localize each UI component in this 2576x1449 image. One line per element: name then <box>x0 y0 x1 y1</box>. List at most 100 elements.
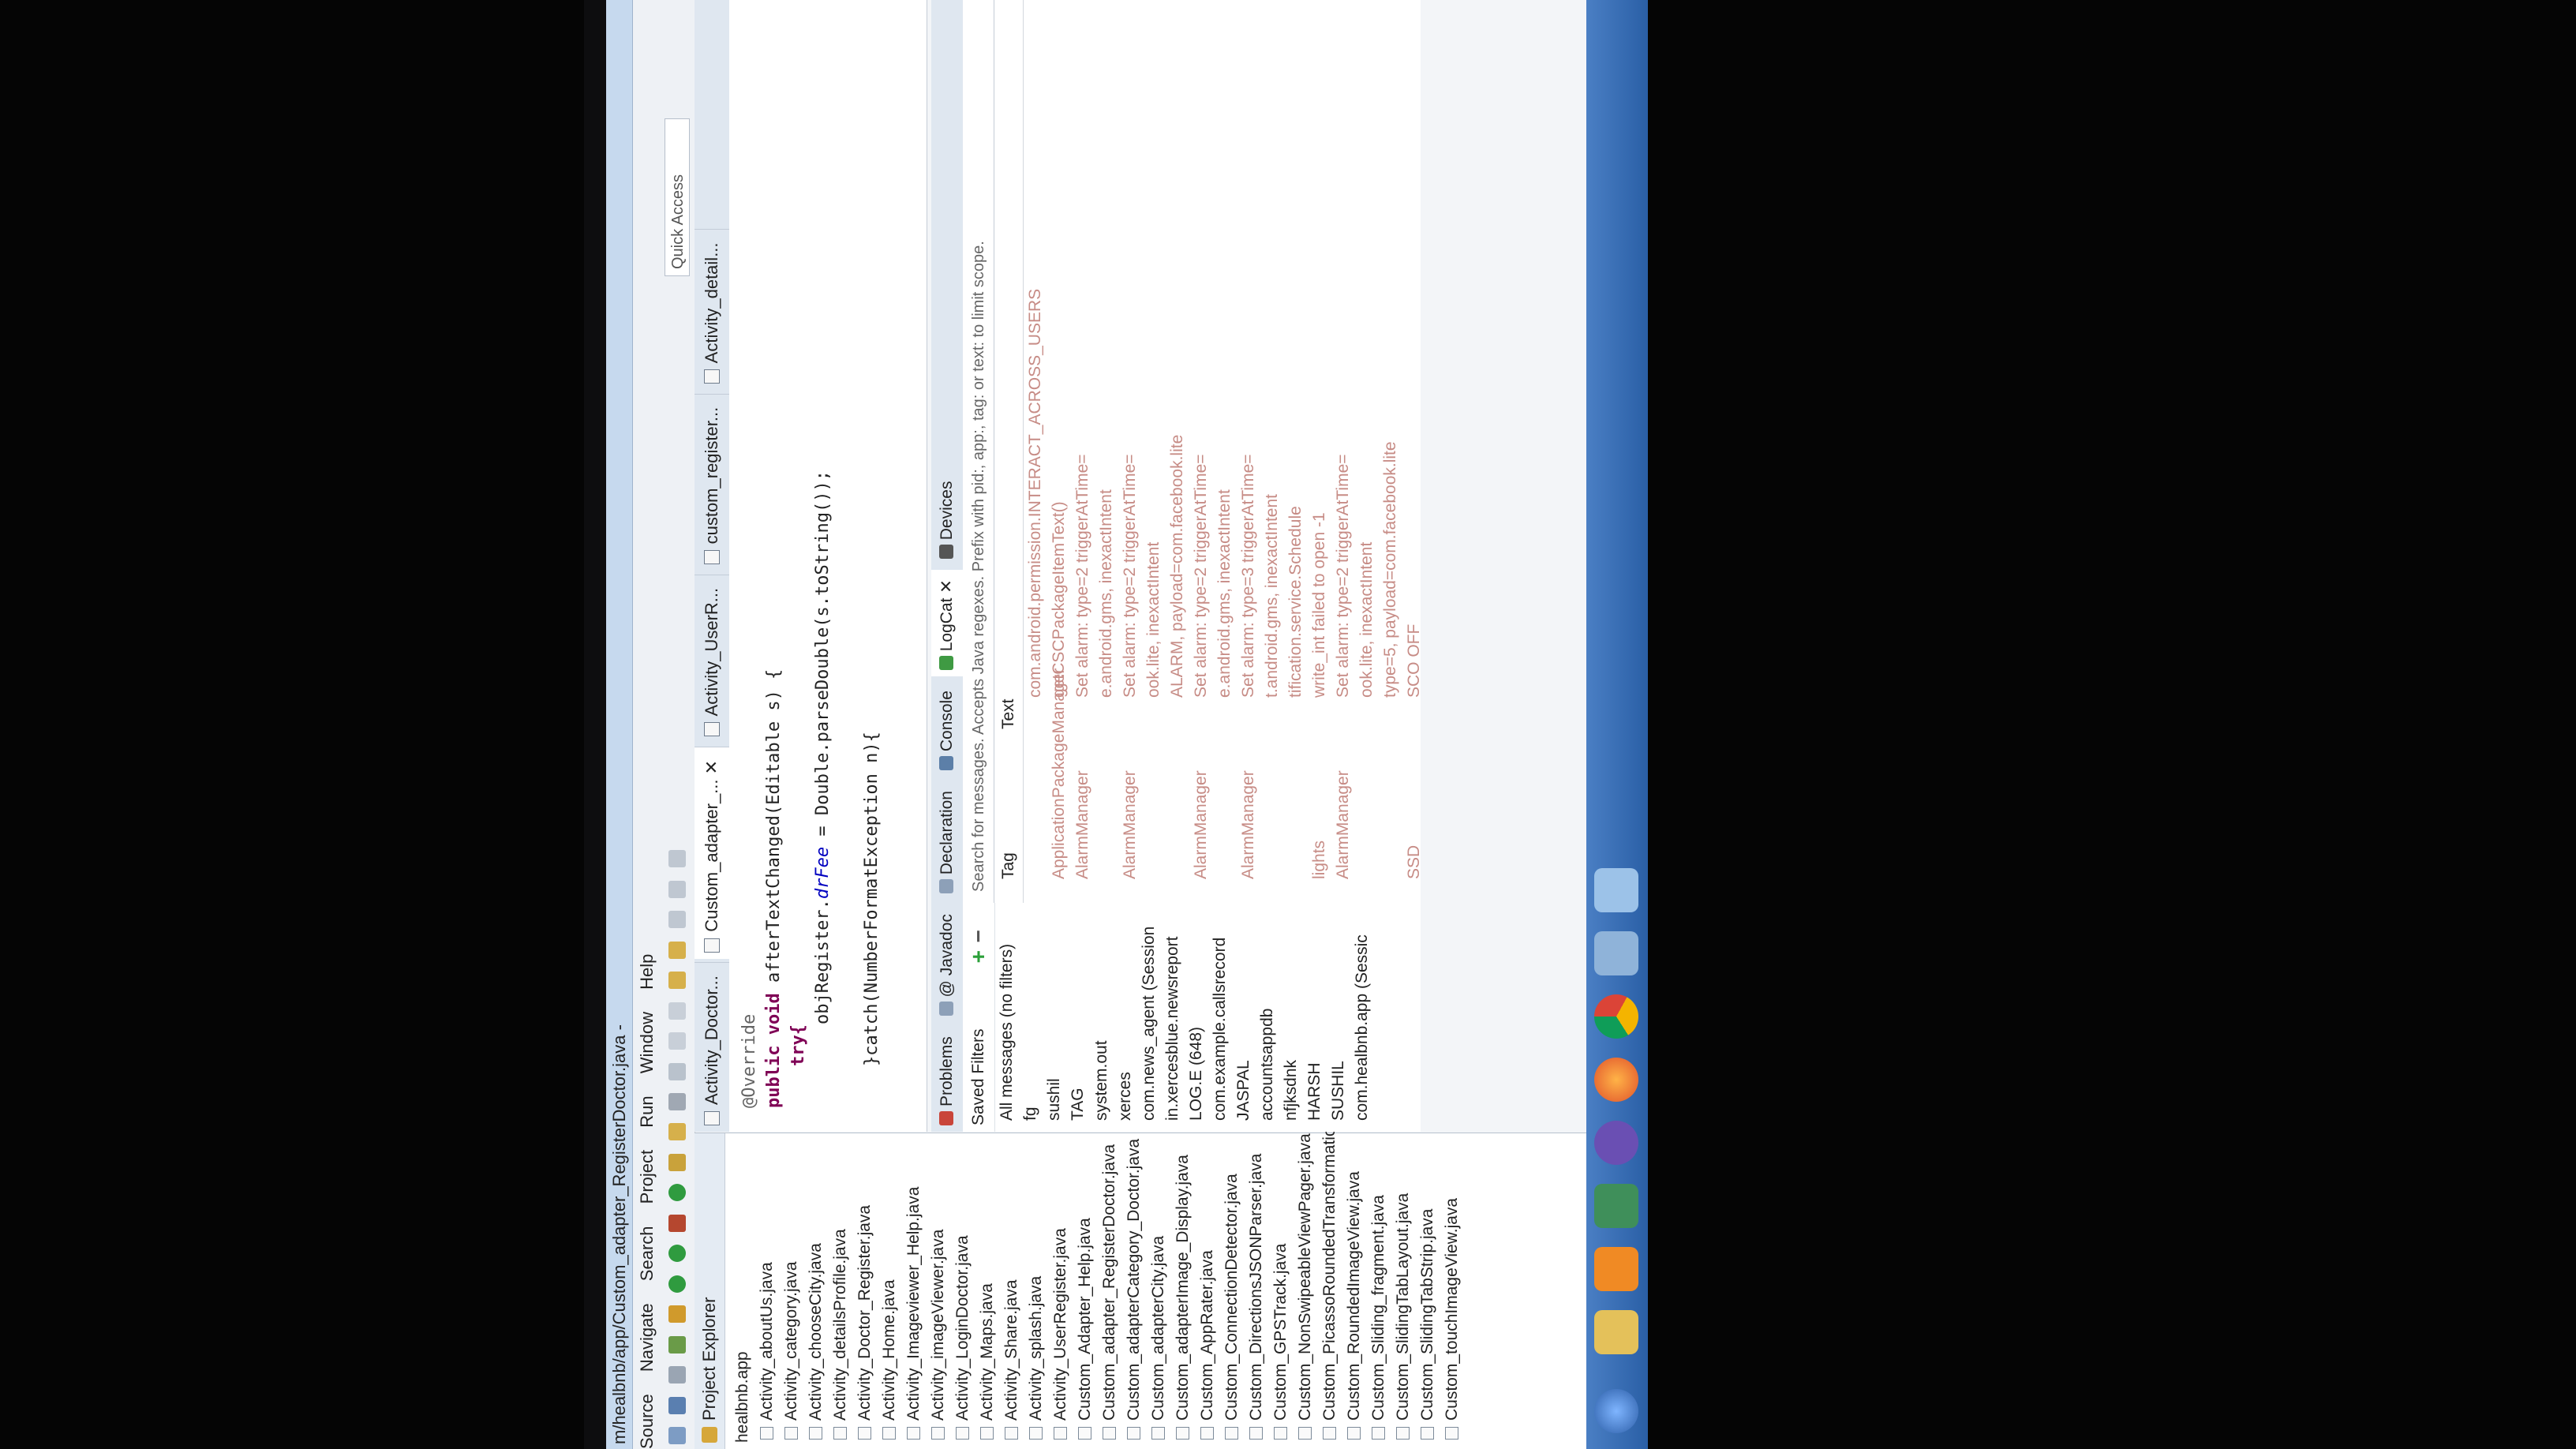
log-row[interactable]: AlarmManager Set alarm: type=2 triggerAtT… <box>1071 0 1095 903</box>
filter-item[interactable]: xerces <box>1114 903 1137 1132</box>
tree-file[interactable]: Custom_AppRater.java <box>1195 1133 1219 1449</box>
filter-item[interactable]: JASPAL <box>1232 903 1256 1132</box>
filter-item[interactable]: nfjksdnk <box>1279 903 1303 1132</box>
start-icon[interactable] <box>1594 1389 1638 1433</box>
menu-navigate[interactable]: Navigate <box>633 1303 661 1372</box>
tree-file[interactable]: Activity_Maps.java <box>975 1133 999 1449</box>
tree-file[interactable]: Custom_DirectionsJSONParser.java <box>1244 1133 1268 1449</box>
logcat-search-input[interactable]: Search for messages. Accepts Java regexe… <box>963 0 994 903</box>
tree-file[interactable]: Activity_Doctor_Register.java <box>852 1133 877 1449</box>
tree-file[interactable]: Activity_Home.java <box>877 1133 901 1449</box>
tree-file[interactable]: Custom_SlidingTabLayout.java <box>1391 1133 1415 1449</box>
filter-item[interactable]: accountsappdb <box>1256 903 1279 1132</box>
filter-item[interactable]: com.healbnb.app (Sessic <box>1350 903 1374 1132</box>
tab-activity-detail[interactable]: Activity_detail... <box>695 229 729 391</box>
filter-item[interactable]: SUSHIL <box>1327 903 1350 1132</box>
filter-item[interactable]: All messages (no filters) <box>995 903 1019 1132</box>
filter-item[interactable]: in.xercesblue.newsreport <box>1161 903 1185 1132</box>
tab-activity-doctor[interactable]: Activity_Doctor... <box>695 962 729 1132</box>
tree-file[interactable]: Custom_Adapter_Help.java <box>1073 1133 1097 1449</box>
log-row[interactable]: ApplicationPackageManager getCSCPackageIt… <box>1047 0 1071 903</box>
close-icon[interactable]: ✕ <box>938 579 956 593</box>
log-row[interactable]: com.android.permission.INTERACT_ACROSS_U… <box>1024 0 1047 903</box>
filter-item[interactable]: HARSH <box>1303 903 1327 1132</box>
tab-console[interactable]: Console <box>931 681 963 777</box>
tree-file[interactable]: Activity_Share.java <box>999 1133 1024 1449</box>
tree-package[interactable]: healbnb.app <box>730 1133 754 1449</box>
toggle-icon[interactable] <box>668 1032 686 1050</box>
menu-project[interactable]: Project <box>633 1150 661 1204</box>
close-icon[interactable]: ✕ <box>702 760 721 774</box>
menu-source[interactable]: Source <box>633 1394 661 1449</box>
menu-search[interactable]: Search <box>633 1226 661 1281</box>
window-icon[interactable] <box>1594 931 1638 975</box>
log-row[interactable]: e.android.gms, inexactIntent <box>1213 0 1237 903</box>
filter-item[interactable]: com.example.callsrecord <box>1208 903 1232 1132</box>
tree-file[interactable]: Activity_splash.java <box>1024 1133 1048 1449</box>
menu-window[interactable]: Window <box>633 1012 661 1073</box>
media-player-icon[interactable] <box>1594 1247 1638 1291</box>
save-icon[interactable] <box>668 1396 686 1414</box>
filter-item[interactable]: sushil <box>1043 903 1066 1132</box>
tree-file[interactable]: Activity_imageViewer.java <box>926 1133 950 1449</box>
folder-icon[interactable] <box>1594 1310 1638 1354</box>
menu-run[interactable]: Run <box>633 1095 661 1127</box>
pin-icon[interactable] <box>668 850 686 868</box>
log-row[interactable]: AlarmManager Set alarm: type=2 triggerAtT… <box>1331 0 1355 903</box>
log-row[interactable]: tification.service.Schedule <box>1284 0 1308 903</box>
filter-item[interactable]: system.out <box>1090 903 1114 1132</box>
run-icon[interactable] <box>668 1275 686 1293</box>
next-annotation-icon[interactable] <box>668 972 686 990</box>
tab-logcat[interactable]: LogCat ✕ <box>931 570 963 677</box>
log-row[interactable]: AlarmManager Set alarm: type=2 triggerAtT… <box>1189 0 1213 903</box>
log-row[interactable]: e.android.gms, inexactIntent <box>1095 0 1118 903</box>
log-row[interactable]: AlarmManager Set alarm: type=3 triggerAtT… <box>1237 0 1260 903</box>
open-type-icon[interactable] <box>668 1123 686 1141</box>
filter-item[interactable]: TAG <box>1066 903 1090 1132</box>
package-icon[interactable] <box>668 1153 686 1171</box>
filter-item[interactable]: fg <box>1019 903 1043 1132</box>
filter-item[interactable]: LOG.E (648) <box>1185 903 1208 1132</box>
tree-file[interactable]: Custom_RoundedImageView.java <box>1342 1133 1366 1449</box>
chrome-icon[interactable] <box>1594 994 1638 1039</box>
filter-item[interactable]: com.news_agent (Session <box>1137 903 1161 1132</box>
tree-file[interactable]: Custom_adapter_RegisterDoctor.java <box>1097 1133 1121 1449</box>
log-row[interactable]: ook.lite, inexactIntent <box>1355 0 1379 903</box>
tab-declaration[interactable]: Declaration <box>931 781 963 900</box>
settings-icon[interactable] <box>668 1305 686 1324</box>
log-row[interactable]: ALARM, payload=com.facebook.lite <box>1166 0 1189 903</box>
annotation-icon[interactable] <box>668 1062 686 1080</box>
tree-file[interactable]: Custom_GPSTrack.java <box>1268 1133 1293 1449</box>
tab-activity-userregister[interactable]: Activity_UserR... <box>695 574 729 743</box>
tab-custom-adapter[interactable]: Custom_adapter_... ✕ <box>695 746 729 959</box>
tree-file[interactable]: Custom_Sliding_fragment.java <box>1366 1133 1391 1449</box>
back-icon[interactable] <box>668 911 686 929</box>
tree-file[interactable]: Custom_ConnectionDetector.java <box>1219 1133 1244 1449</box>
tree-file[interactable]: Custom_adapterImage_Display.java <box>1170 1133 1195 1449</box>
search-icon[interactable] <box>668 1093 686 1111</box>
column-text[interactable]: Text <box>994 698 1023 729</box>
tab-project-explorer[interactable]: Project Explorer <box>695 1133 725 1449</box>
tab-devices[interactable]: Devices <box>931 472 963 566</box>
column-tag[interactable]: Tag <box>994 852 1023 879</box>
tree-file[interactable]: Custom_adapterCity.java <box>1146 1133 1170 1449</box>
tree-file[interactable]: Custom_NonSwipeableViewPager.java <box>1293 1133 1317 1449</box>
external-tools-icon[interactable] <box>668 1214 686 1232</box>
log-row[interactable]: type=5, payload=com.facebook.lite <box>1379 0 1402 903</box>
tab-custom-register[interactable]: custom_register... <box>695 393 729 571</box>
firefox-icon[interactable] <box>1594 1058 1638 1102</box>
previous-annotation-icon[interactable] <box>668 941 686 959</box>
quick-access-input[interactable]: Quick Access <box>665 118 690 276</box>
tree-file[interactable]: Activity_Imageviewer_Help.java <box>901 1133 926 1449</box>
print-icon[interactable] <box>668 1366 686 1384</box>
tree-file[interactable]: Custom_PicassoRoundedTransformation <box>1317 1118 1342 1449</box>
tree-file[interactable]: Activity_aboutUs.java <box>754 1133 779 1449</box>
refresh-icon[interactable] <box>668 1184 686 1202</box>
forward-icon[interactable] <box>668 880 686 898</box>
tree-file[interactable]: Custom_touchImageView.java <box>1440 1133 1464 1449</box>
window-icon[interactable] <box>1594 868 1638 912</box>
tree-file[interactable]: Activity_LoginDoctor.java <box>950 1133 975 1449</box>
menu-help[interactable]: Help <box>633 954 661 990</box>
tab-problems[interactable]: Problems <box>931 1027 963 1132</box>
remove-filter-icon[interactable]: − <box>963 930 994 942</box>
